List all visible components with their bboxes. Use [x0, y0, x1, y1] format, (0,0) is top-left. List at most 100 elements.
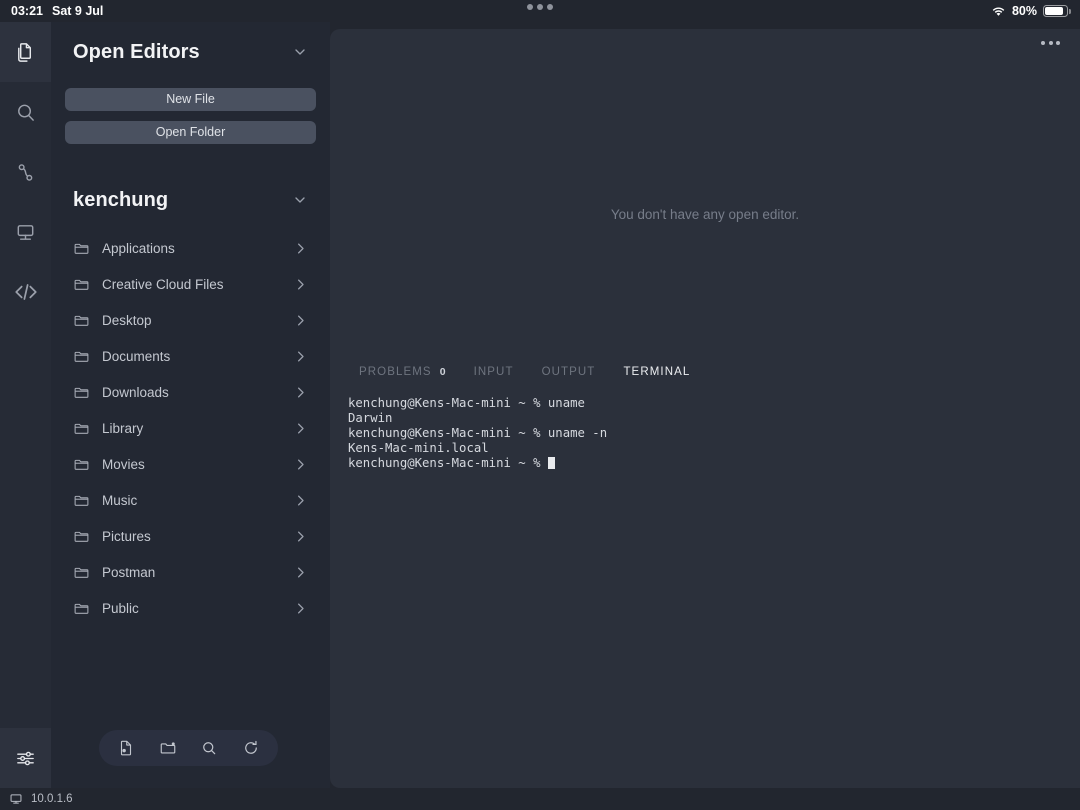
chevron-right-icon[interactable] [293, 277, 308, 292]
more-options-icon[interactable] [1041, 41, 1060, 45]
activity-code[interactable] [0, 262, 51, 322]
folder-tree: Applications Creative Cloud Files Desktop D… [51, 230, 330, 626]
folder-row[interactable]: Documents [51, 338, 330, 374]
open-folder-button[interactable]: Open Folder [65, 121, 316, 144]
terminal-prompt-line[interactable]: kenchung@Kens-Mac-mini ~ % [348, 456, 1080, 471]
workspace-header[interactable]: kenchung [51, 178, 330, 222]
folder-label: Desktop [102, 313, 293, 328]
chevron-right-icon[interactable] [293, 457, 308, 472]
panel-tab-output[interactable]: OUTPUT [528, 354, 610, 390]
folder-row[interactable]: Movies [51, 446, 330, 482]
chevron-right-icon[interactable] [293, 529, 308, 544]
terminal-line: kenchung@Kens-Mac-mini ~ % uname -n [348, 426, 1080, 441]
folder-label: Pictures [102, 529, 293, 544]
handle-dot [547, 4, 553, 10]
folder-row[interactable]: Creative Cloud Files [51, 266, 330, 302]
workspace-title: kenchung [73, 189, 168, 212]
chevron-right-icon[interactable] [293, 421, 308, 436]
more-dot [1056, 41, 1060, 45]
activity-settings[interactable] [0, 728, 51, 788]
new-file-button[interactable]: New File [65, 88, 316, 111]
folder-label: Applications [102, 241, 293, 256]
folder-row[interactable]: Applications [51, 230, 330, 266]
terminal-line: Kens-Mac-mini.local [348, 441, 1080, 456]
new-file-icon[interactable] [117, 739, 135, 757]
status-time: 03:21 [11, 4, 43, 18]
folder-label: Public [102, 601, 293, 616]
folder-row[interactable]: Desktop [51, 302, 330, 338]
panel-tab-label: PROBLEMS [359, 366, 432, 378]
folder-row[interactable]: Music [51, 482, 330, 518]
more-dot [1041, 41, 1045, 45]
folder-icon [73, 312, 90, 329]
terminal-prompt: kenchung@Kens-Mac-mini ~ % [348, 456, 548, 470]
app-status-bar: 10.0.1.6 [0, 788, 1080, 810]
open-editors-title: Open Editors [73, 41, 200, 64]
terminal-line: kenchung@Kens-Mac-mini ~ % uname [348, 396, 1080, 411]
chevron-right-icon[interactable] [293, 493, 308, 508]
folder-label: Music [102, 493, 293, 508]
folder-icon [73, 600, 90, 617]
activity-bar [0, 22, 51, 788]
refresh-icon[interactable] [242, 739, 260, 757]
new-folder-icon[interactable] [159, 739, 177, 757]
handle-dot [537, 4, 543, 10]
chevron-down-icon[interactable] [292, 44, 308, 60]
folder-label: Documents [102, 349, 293, 364]
folder-icon [73, 276, 90, 293]
folder-label: Creative Cloud Files [102, 277, 293, 292]
folder-icon [73, 528, 90, 545]
folder-icon [73, 240, 90, 257]
folder-label: Postman [102, 565, 293, 580]
folder-icon [73, 384, 90, 401]
terminal-output[interactable]: kenchung@Kens-Mac-mini ~ % unameDarwinke… [344, 390, 1080, 471]
battery-percent: 80% [1012, 4, 1037, 18]
folder-row[interactable]: Pictures [51, 518, 330, 554]
folder-icon [73, 492, 90, 509]
activity-source-control[interactable] [0, 142, 51, 202]
folder-icon [73, 420, 90, 437]
folder-row[interactable]: Library [51, 410, 330, 446]
panel-tab-terminal[interactable]: TERMINAL [609, 354, 704, 390]
chevron-right-icon[interactable] [293, 565, 308, 580]
panel-tab-label: TERMINAL [623, 366, 690, 378]
handle-dot [527, 4, 533, 10]
folder-label: Downloads [102, 385, 293, 400]
activity-explorer[interactable] [0, 22, 51, 82]
chevron-right-icon[interactable] [293, 349, 308, 364]
status-date: Sat 9 Jul [52, 4, 103, 18]
empty-editor-message: You don't have any open editor. [330, 207, 1080, 222]
chevron-right-icon[interactable] [293, 385, 308, 400]
folder-row[interactable]: Downloads [51, 374, 330, 410]
folder-icon [73, 456, 90, 473]
folder-label: Library [102, 421, 293, 436]
more-dot [1049, 41, 1053, 45]
panel-tab-bar: PROBLEMS0 INPUT OUTPUT TERMINAL [344, 354, 1080, 390]
remote-host-icon[interactable] [9, 792, 23, 806]
status-bar-right: 80% [991, 4, 1080, 18]
open-editors-header[interactable]: Open Editors [51, 30, 330, 74]
panel-tab-input[interactable]: INPUT [460, 354, 528, 390]
panel-tab-label: INPUT [474, 366, 514, 378]
remote-host-label[interactable]: 10.0.1.6 [31, 793, 73, 805]
sidebar: Open Editors New File Open Folder kenchu… [51, 22, 330, 788]
chevron-right-icon[interactable] [293, 601, 308, 616]
explorer-toolbar [99, 730, 278, 766]
folder-row[interactable]: Public [51, 590, 330, 626]
activity-search[interactable] [0, 82, 51, 142]
chevron-right-icon[interactable] [293, 241, 308, 256]
folder-row[interactable]: Postman [51, 554, 330, 590]
chevron-right-icon[interactable] [293, 313, 308, 328]
panel-tab-problems[interactable]: PROBLEMS0 [345, 354, 460, 390]
multitasking-handle[interactable] [527, 4, 553, 10]
status-bar-left: 03:21 Sat 9 Jul [0, 4, 103, 18]
bottom-panel: PROBLEMS0 INPUT OUTPUT TERMINAL kenchung@Ke… [330, 354, 1080, 788]
activity-remote[interactable] [0, 202, 51, 262]
terminal-cursor [548, 457, 555, 469]
wifi-icon [991, 6, 1006, 17]
terminal-line: Darwin [348, 411, 1080, 426]
battery-icon [1043, 5, 1068, 17]
search-icon[interactable] [200, 739, 218, 757]
folder-icon [73, 348, 90, 365]
chevron-down-icon[interactable] [292, 192, 308, 208]
